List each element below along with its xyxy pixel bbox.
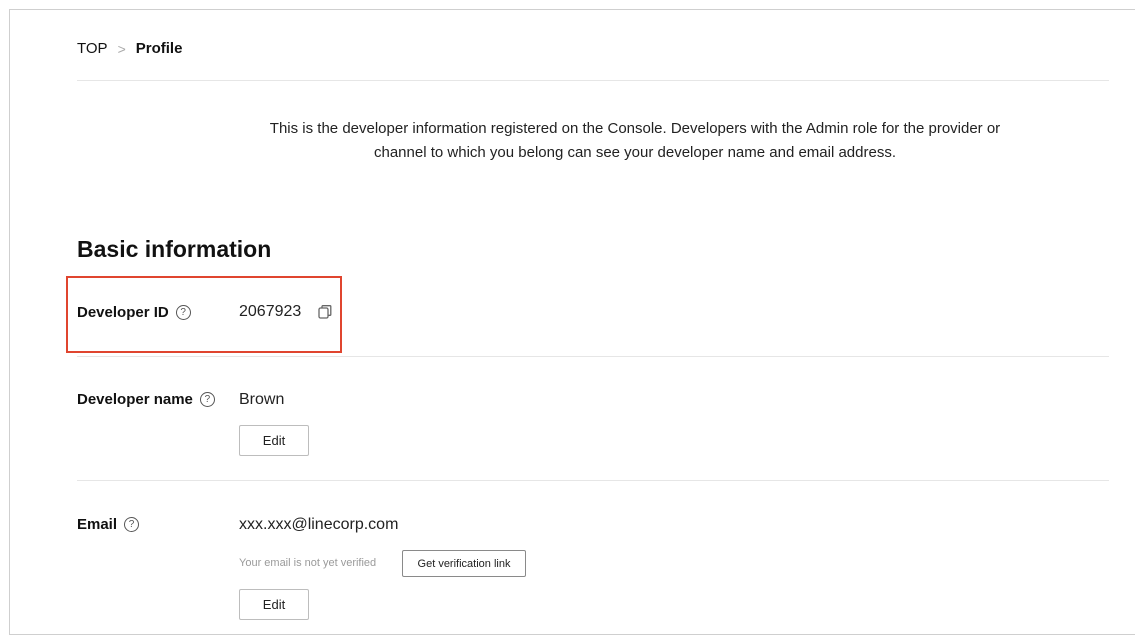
- divider: [77, 480, 1109, 481]
- breadcrumb-top-link[interactable]: TOP: [77, 40, 108, 57]
- breadcrumb-current: Profile: [135, 40, 183, 57]
- intro-line-1: This is the developer information regist…: [269, 120, 1001, 137]
- intro-line-2: channel to which you belong can see your…: [374, 144, 896, 161]
- edit-email-button[interactable]: Edit: [239, 589, 309, 620]
- divider: [77, 80, 1109, 81]
- email-not-verified-text: Your email is not yet verified: [239, 557, 377, 569]
- email-label: Email ?: [77, 516, 140, 533]
- developer-name-value: Brown: [239, 391, 285, 408]
- help-icon[interactable]: ?: [199, 392, 215, 407]
- email-value: xxx.xxx@linecorp.com: [239, 516, 399, 533]
- developer-name-label-text: Developer name: [77, 391, 193, 408]
- help-icon[interactable]: ?: [124, 517, 140, 532]
- divider: [77, 356, 1109, 357]
- breadcrumb: TOP > Profile: [77, 40, 182, 57]
- email-label-text: Email: [77, 516, 118, 533]
- edit-developer-name-button[interactable]: Edit: [239, 425, 309, 456]
- breadcrumb-separator-icon: >: [117, 40, 126, 57]
- highlight-box: [66, 276, 342, 353]
- section-title: Basic information: [77, 236, 272, 262]
- intro-text: This is the developer information regist…: [200, 117, 1070, 165]
- get-verification-link-button[interactable]: Get verification link: [402, 550, 526, 577]
- developer-name-label: Developer name ?: [77, 391, 215, 408]
